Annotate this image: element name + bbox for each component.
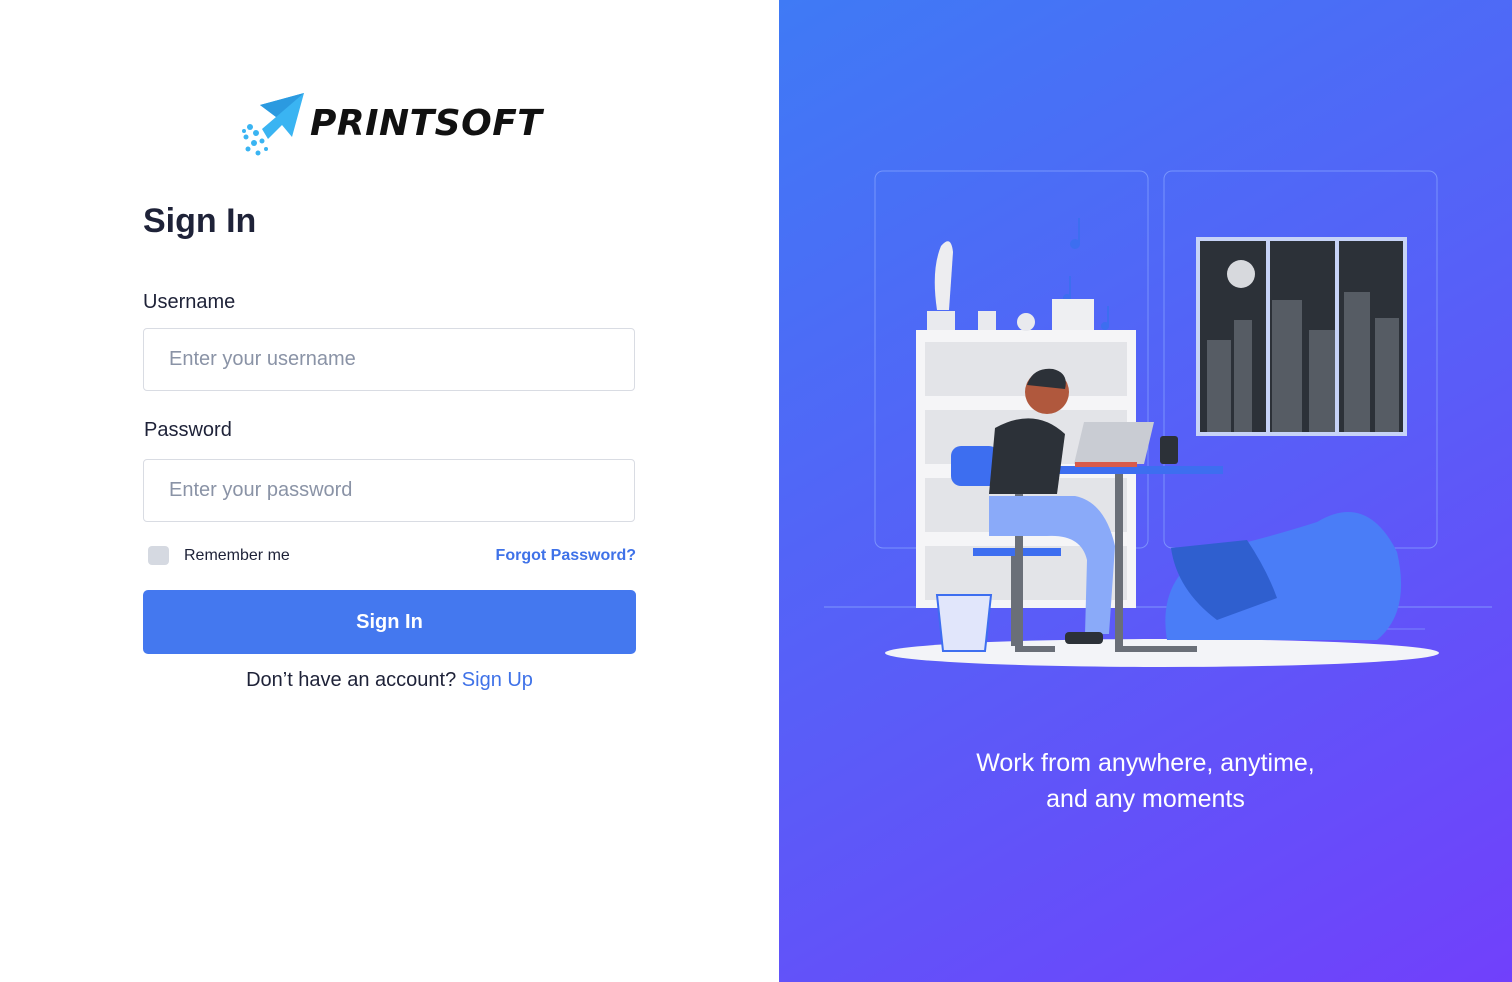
password-label: Password <box>144 419 232 441</box>
tagline-line-2: and any moments <box>1046 785 1245 813</box>
brand-logo: PRINTSOFT <box>242 90 542 158</box>
page-title: Sign In <box>143 202 257 240</box>
rocket-arrow-icon <box>242 93 304 156</box>
password-input[interactable] <box>143 459 635 522</box>
brand-name: PRINTSOFT <box>310 103 543 144</box>
remember-me-checkbox[interactable] <box>148 546 169 565</box>
username-input[interactable] <box>143 328 635 391</box>
person-working-at-desk-illustration <box>824 170 1492 667</box>
hero-panel: Work from anywhere, anytime, and any mom… <box>779 0 1512 982</box>
sign-in-panel: PRINTSOFT Sign In Username Password Reme… <box>0 0 779 982</box>
sign-in-button[interactable]: Sign In <box>143 590 636 654</box>
remember-me-toggle[interactable]: Remember me <box>148 546 290 565</box>
forgot-password-link[interactable]: Forgot Password? <box>496 547 636 565</box>
sign-up-link[interactable]: Sign Up <box>462 669 533 691</box>
signup-prompt-row: Don’t have an account? Sign Up <box>0 669 779 692</box>
hero-tagline: Work from anywhere, anytime, and any mom… <box>779 745 1512 817</box>
remember-me-label: Remember me <box>184 546 290 564</box>
signup-prompt: Don’t have an account? <box>246 669 457 691</box>
username-label: Username <box>143 291 236 313</box>
tagline-line-1: Work from anywhere, anytime, <box>976 749 1315 777</box>
